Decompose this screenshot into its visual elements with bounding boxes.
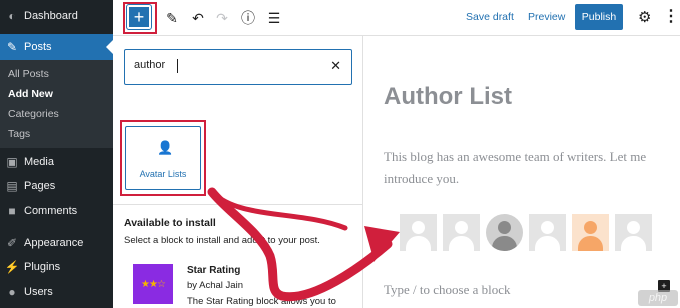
sidebar-item-label: Appearance: [24, 237, 84, 249]
plugin-author: by Achal Jain: [187, 280, 243, 291]
submenu-add-new[interactable]: Add New: [8, 88, 53, 100]
avatar: [529, 214, 566, 251]
star-rating-thumbnail[interactable]: ★★☆: [133, 264, 173, 304]
avatar-list: [400, 214, 652, 251]
avatar: [400, 214, 437, 251]
block-search-input[interactable]: [134, 59, 314, 71]
more-options-icon[interactable]: ⋮: [663, 6, 679, 26]
block-inserter-panel: ✕ 👤 Avatar Lists Available to install Se…: [113, 36, 363, 308]
sidebar-item-label: Pages: [24, 180, 56, 192]
pencil-tools-icon[interactable]: ✎: [161, 7, 183, 29]
plugin-name[interactable]: Star Rating: [187, 265, 240, 276]
publish-button[interactable]: Publish: [575, 4, 623, 30]
sidebar-item-comments[interactable]: ■ Comments: [0, 197, 113, 225]
install-section-title: Available to install: [124, 217, 216, 229]
user-icon: ●: [8, 285, 16, 299]
plugin-description: The Star Rating block allows you to: [187, 296, 336, 307]
sidebar-item-label: Users: [24, 286, 53, 298]
comment-icon: ■: [8, 204, 16, 218]
watermark: php: [638, 290, 678, 306]
avatar-lists-block[interactable]: 👤 Avatar Lists: [125, 126, 201, 190]
preview-button[interactable]: Preview: [528, 11, 565, 23]
block-label: Avatar Lists: [139, 169, 187, 179]
user-group-icon: 👤: [157, 140, 174, 155]
sidebar-item-label: Comments: [24, 205, 78, 217]
avatar: [486, 214, 523, 251]
sidebar-item-dashboard[interactable]: ◐ Dashboard: [0, 2, 113, 30]
sidebar-item-label: Plugins: [24, 261, 61, 273]
editor-canvas: Author List This blog has an awesome tea…: [364, 36, 680, 308]
block-inserter-button[interactable]: +: [126, 4, 152, 30]
avatar: [443, 214, 480, 251]
dashboard-icon: ◐: [8, 9, 16, 23]
info-icon[interactable]: ⓘ: [237, 7, 259, 29]
pin-icon: ✎: [6, 40, 18, 54]
install-section-description: Select a block to install and add it to …: [124, 235, 320, 246]
editor-toolbar: + ✎ ↶ ↷ ⓘ ☰ Save draft Preview Publish ⚙…: [113, 0, 680, 36]
sidebar-item-pages[interactable]: ▤ Pages: [0, 172, 113, 200]
sidebar-item-users[interactable]: ● Users: [0, 278, 113, 306]
divider: [113, 204, 362, 205]
sidebar-item-posts[interactable]: ✎ Posts: [0, 34, 113, 60]
admin-sidebar: ◐ Dashboard ✎ Posts All Posts Add New Ca…: [0, 0, 113, 308]
sidebar-item-label: Media: [24, 156, 54, 168]
list-view-icon[interactable]: ☰: [263, 7, 285, 29]
avatar: [615, 214, 652, 251]
settings-gear-icon[interactable]: ⚙: [638, 8, 651, 26]
sidebar-item-plugins[interactable]: ⚡ Plugins: [0, 253, 113, 281]
redo-icon[interactable]: ↷: [211, 7, 233, 29]
post-paragraph[interactable]: This blog has an awesome team of writers…: [384, 146, 670, 190]
sidebar-item-label: Dashboard: [24, 10, 78, 22]
brush-icon: ✐: [6, 236, 18, 250]
current-menu-arrow: [106, 40, 113, 54]
plug-icon: ⚡: [4, 260, 20, 274]
submenu-categories[interactable]: Categories: [8, 108, 59, 120]
text-caret: [177, 59, 178, 73]
block-placeholder[interactable]: Type / to choose a block: [384, 282, 511, 298]
media-icon: ▣: [6, 155, 18, 169]
sidebar-item-label: Posts: [24, 41, 52, 53]
submenu-all-posts[interactable]: All Posts: [8, 68, 49, 80]
undo-icon[interactable]: ↶: [187, 7, 209, 29]
block-search-box: ✕: [124, 49, 352, 85]
avatar: [572, 214, 609, 251]
post-title[interactable]: Author List: [384, 83, 512, 111]
pages-icon: ▤: [6, 179, 18, 193]
submenu-tags[interactable]: Tags: [8, 128, 30, 140]
close-icon[interactable]: ✕: [330, 58, 341, 74]
posts-submenu: All Posts Add New Categories Tags: [0, 60, 113, 148]
save-draft-button[interactable]: Save draft: [466, 11, 514, 23]
